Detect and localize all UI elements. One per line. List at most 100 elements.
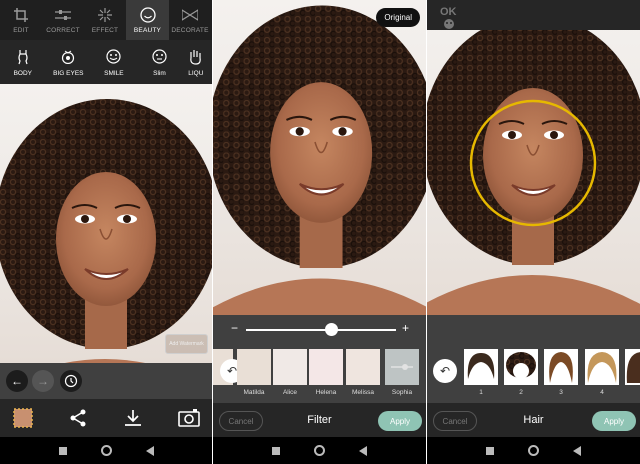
arrow-right-icon: →: [37, 374, 49, 388]
portrait-image: [0, 98, 212, 363]
hair-style-2[interactable]: [504, 349, 538, 385]
history-button[interactable]: [60, 370, 82, 392]
home-icon[interactable]: [528, 445, 539, 456]
filter-thumb-melissa[interactable]: [346, 349, 380, 385]
hair-style-1[interactable]: [464, 349, 498, 385]
tool-smile[interactable]: SMILE: [91, 40, 137, 84]
hair-1-icon: [467, 353, 495, 379]
filter-label: Alice: [282, 389, 298, 396]
history-icon: [64, 374, 78, 388]
back-icon[interactable]: [573, 445, 581, 456]
thumbnail-icon: [13, 408, 33, 428]
sparkle-icon: [98, 6, 112, 24]
filter-strip: ↶ Matilda Alice Helena Melissa Sophia: [213, 345, 426, 403]
tool-label: BIG EYES: [53, 69, 84, 77]
bottom-toolbar: [0, 399, 212, 437]
photo-canvas[interactable]: OK: [427, 0, 640, 315]
filter-label: Melissa: [351, 389, 375, 396]
undo-icon: ↶: [226, 364, 238, 378]
smile-icon: [106, 48, 122, 66]
recents-icon[interactable]: [58, 446, 67, 455]
tab-edit[interactable]: EDIT: [0, 0, 42, 40]
top-bar: Original: [213, 0, 426, 28]
hair-5-icon: [626, 352, 640, 383]
filter-label: Matilda: [243, 389, 265, 396]
home-icon[interactable]: [100, 445, 112, 456]
back-icon[interactable]: [145, 445, 154, 456]
filter-thumb-alice[interactable]: [273, 349, 307, 385]
home-icon[interactable]: [314, 445, 325, 456]
photo-canvas[interactable]: Original: [213, 0, 426, 315]
slider-thumb[interactable]: [325, 323, 338, 336]
undo-icon: ↶: [439, 364, 451, 378]
top-bar: OK: [427, 0, 640, 30]
thumbnail-button[interactable]: [12, 407, 34, 429]
watermark-button[interactable]: Add Watermark: [165, 334, 208, 354]
body-icon: [17, 48, 29, 66]
beauty-panel: EDIT CORRECT EFFECT BEAUTY DECORATE BODY…: [0, 0, 212, 464]
download-icon: [125, 410, 141, 426]
tab-decorate[interactable]: DECORATE: [169, 0, 211, 40]
eye-icon: [61, 48, 75, 66]
share-icon: [70, 409, 86, 427]
action-bar: Cancel Filter Apply: [213, 403, 426, 437]
download-button[interactable]: [122, 407, 144, 429]
tab-label: EFFECT: [91, 27, 119, 34]
filter-label: Sophia: [391, 389, 413, 396]
intensity-slider-row: − +: [213, 315, 426, 345]
original-button[interactable]: Original: [376, 8, 420, 27]
hair-number: 1: [479, 389, 483, 396]
apply-button[interactable]: Apply: [378, 411, 422, 431]
tab-label: EDIT: [13, 27, 29, 34]
filter-thumb-matilda[interactable]: [237, 349, 271, 385]
filter-thumb-sophia[interactable]: [385, 349, 419, 385]
tool-body[interactable]: BODY: [0, 40, 46, 84]
intensity-slider[interactable]: [246, 329, 396, 331]
portrait-image: [213, 4, 426, 315]
recents-icon[interactable]: [486, 446, 494, 455]
apply-button[interactable]: Apply: [592, 411, 636, 431]
system-navbar: [213, 437, 426, 464]
tool-label: SMILE: [104, 69, 124, 77]
slim-face-icon: [152, 48, 167, 66]
hand-icon: [188, 48, 202, 66]
system-navbar: [427, 437, 640, 464]
hair-panel: OK ↶ 1 2 3 4 Cancel Hair Apply: [426, 0, 640, 464]
system-navbar: [0, 437, 212, 464]
filter-label: Helena: [315, 389, 337, 396]
hair-undo-button[interactable]: ↶: [433, 359, 457, 383]
tool-label: BODY: [13, 69, 32, 77]
tab-label: BEAUTY: [133, 27, 162, 34]
hair-style-3[interactable]: [544, 349, 578, 385]
hair-style-5-partial[interactable]: [625, 349, 640, 385]
arrow-left-icon: ←: [11, 374, 23, 388]
tool-slim[interactable]: Slim: [137, 40, 183, 84]
hair-style-4[interactable]: [585, 349, 619, 385]
back-icon[interactable]: [359, 445, 367, 456]
sliders-icon: [55, 6, 71, 24]
tab-beauty[interactable]: BEAUTY: [126, 0, 169, 40]
camera-button[interactable]: [178, 407, 200, 429]
beauty-tools: BODY BIG EYES SMILE Slim LIQU: [0, 40, 212, 84]
minus-icon[interactable]: −: [231, 321, 238, 335]
tool-big-eyes[interactable]: BIG EYES: [46, 40, 92, 84]
ok-label[interactable]: OK: [440, 6, 457, 18]
filter-thumb-helena[interactable]: [309, 349, 343, 385]
plus-icon[interactable]: +: [402, 321, 409, 335]
tab-effect[interactable]: EFFECT: [84, 0, 126, 40]
face-icon: [444, 19, 454, 29]
category-tabs: EDIT CORRECT EFFECT BEAUTY DECORATE: [0, 0, 212, 40]
photo-canvas[interactable]: Add Watermark: [0, 84, 212, 363]
smile-face-icon: [139, 6, 156, 24]
recents-icon[interactable]: [272, 446, 280, 455]
camera-icon: [178, 409, 200, 427]
share-button[interactable]: [67, 407, 89, 429]
undo-button[interactable]: ←: [6, 370, 28, 392]
redo-button[interactable]: →: [32, 370, 54, 392]
portrait-image: [427, 14, 640, 315]
action-bar: Cancel Hair Apply: [427, 403, 640, 437]
tool-liquify[interactable]: LIQU: [182, 40, 212, 84]
hair-3-icon: [549, 352, 573, 383]
tab-label: CORRECT: [46, 27, 80, 34]
tab-correct[interactable]: CORRECT: [42, 0, 84, 40]
